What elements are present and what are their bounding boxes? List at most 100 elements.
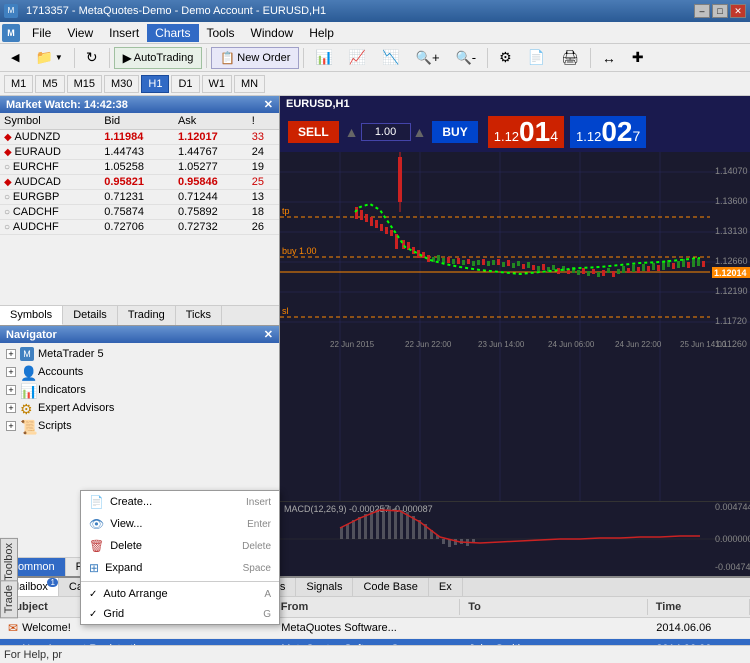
col-spread: ! bbox=[248, 113, 279, 130]
right-panel: EURUSD,H1 SELL ▲ ▲ BUY 1.12 01 4 1.12 bbox=[280, 96, 750, 576]
buy-button[interactable]: BUY bbox=[432, 121, 477, 143]
toolbox-side-label[interactable]: Toolbox bbox=[0, 538, 18, 586]
back-button[interactable]: ◀ bbox=[4, 47, 26, 69]
mw-tab-details[interactable]: Details bbox=[63, 306, 118, 325]
tf-h1[interactable]: H1 bbox=[141, 75, 169, 93]
ctx-create-label: Create... bbox=[110, 496, 152, 508]
nav-icon-scripts: 📜 bbox=[20, 419, 34, 433]
tf-mn[interactable]: MN bbox=[234, 75, 265, 93]
template-button[interactable]: 📄 bbox=[521, 47, 552, 69]
menu-charts[interactable]: Charts bbox=[147, 24, 198, 42]
bottom-tab-signals[interactable]: Signals bbox=[296, 578, 353, 596]
nav-item-scripts[interactable]: + 📜 Scripts bbox=[2, 417, 277, 435]
tf-m30[interactable]: M30 bbox=[104, 75, 139, 93]
nav-expand-mt5[interactable]: + bbox=[6, 349, 16, 359]
sep2 bbox=[109, 48, 110, 68]
sep6 bbox=[590, 48, 591, 68]
nav-label-indicators: Indicators bbox=[38, 384, 86, 396]
tf-m15[interactable]: M15 bbox=[67, 75, 102, 93]
create-icon: 📄 bbox=[89, 495, 104, 509]
close-button[interactable]: ✕ bbox=[730, 4, 746, 18]
mw-tab-symbols[interactable]: Symbols bbox=[0, 306, 63, 325]
market-watch-close[interactable]: ✕ bbox=[264, 98, 273, 111]
nav-expand-indicators[interactable]: + bbox=[6, 385, 16, 395]
app-logo: M bbox=[2, 24, 20, 42]
menu-view[interactable]: View bbox=[59, 24, 101, 42]
bottom-tab-codebase[interactable]: Code Base bbox=[353, 578, 428, 596]
ctx-create[interactable]: 📄 Create... Insert bbox=[81, 491, 279, 513]
mail-icon-welcome: ✉ bbox=[8, 621, 18, 635]
window-title: 1713357 - MetaQuotes-Demo - Demo Account… bbox=[26, 5, 326, 17]
nav-item-accounts[interactable]: + 👤 Accounts bbox=[2, 363, 277, 381]
nav-item-indicators[interactable]: + 📊 Indicators bbox=[2, 381, 277, 399]
nav-expand-ea[interactable]: + bbox=[6, 403, 16, 413]
ctx-grid[interactable]: ✓ Grid G bbox=[81, 604, 279, 624]
ctx-delete[interactable]: 🗑 Delete Delete bbox=[81, 535, 279, 557]
navigator-header: Navigator ✕ bbox=[0, 326, 279, 343]
nav-icon-ea: ⚙ bbox=[20, 401, 34, 415]
toolbox-label-text: Toolbox bbox=[3, 543, 15, 581]
properties-button[interactable]: ⚙ bbox=[492, 47, 519, 69]
sell-price-display: 1.12 01 4 bbox=[488, 116, 564, 148]
nav-item-mt5[interactable]: + M MetaTrader 5 bbox=[2, 345, 277, 363]
crosshair-button[interactable]: ✚ bbox=[625, 47, 651, 69]
svg-text:22 Jun 22:00: 22 Jun 22:00 bbox=[405, 340, 452, 349]
sep5 bbox=[487, 48, 488, 68]
navigator-close[interactable]: ✕ bbox=[264, 328, 273, 341]
autotrading-button[interactable]: ▶ AutoTrading bbox=[114, 47, 203, 69]
mw-row-audcad[interactable]: ◆ AUDCAD 0.95821 0.95846 25 bbox=[0, 175, 279, 190]
print-button[interactable]: 🖨 bbox=[554, 47, 586, 69]
chart-header: EURUSD,H1 bbox=[280, 96, 750, 112]
folder-button[interactable]: 📁▼ bbox=[28, 47, 69, 69]
mail-subject-welcome: Welcome! bbox=[22, 622, 71, 634]
arrow-button[interactable]: ↔ bbox=[595, 47, 623, 69]
mw-tab-ticks[interactable]: Ticks bbox=[176, 306, 222, 325]
chart-btn1[interactable]: 📊 bbox=[308, 47, 339, 69]
tf-d1[interactable]: D1 bbox=[171, 75, 199, 93]
neworder-button[interactable]: 📋 New Order bbox=[211, 47, 299, 69]
ctx-autoarrange[interactable]: ✓ Auto Arrange A bbox=[81, 584, 279, 604]
mw-tabs: Symbols Details Trading Ticks bbox=[0, 305, 279, 325]
mw-row-audchf[interactable]: ○ AUDCHF 0.72706 0.72732 26 bbox=[0, 220, 279, 235]
refresh-button[interactable]: ↻ bbox=[79, 47, 105, 69]
trade-side-label[interactable]: Trade bbox=[0, 580, 18, 618]
col-symbol: Symbol bbox=[0, 113, 100, 130]
mw-row-euraud[interactable]: ◆ EURAUD 1.44743 1.44767 24 bbox=[0, 145, 279, 160]
zoom-out-button[interactable]: 🔍- bbox=[449, 47, 484, 69]
chart-btn3[interactable]: 📉 bbox=[375, 47, 406, 69]
chart-canvas[interactable]: tp buy 1.00 sl 1.14070 1.13600 1.13130 bbox=[280, 152, 750, 501]
menu-window[interactable]: Window bbox=[243, 24, 302, 42]
bottom-tab-ex[interactable]: Ex bbox=[429, 578, 463, 596]
mw-row-cadchf[interactable]: ○ CADCHF 0.75874 0.75892 18 bbox=[0, 205, 279, 220]
tf-w1[interactable]: W1 bbox=[202, 75, 233, 93]
sell-button[interactable]: SELL bbox=[288, 121, 339, 143]
maximize-button[interactable]: □ bbox=[712, 4, 728, 18]
ctx-separator bbox=[81, 581, 279, 582]
nav-item-ea[interactable]: + ⚙ Expert Advisors bbox=[2, 399, 277, 417]
menu-file[interactable]: File bbox=[24, 24, 59, 42]
nav-expand-scripts[interactable]: + bbox=[6, 421, 16, 431]
menu-help[interactable]: Help bbox=[301, 24, 342, 42]
ctx-expand[interactable]: ⊞ Expand Space bbox=[81, 557, 279, 579]
svg-text:tp: tp bbox=[282, 206, 290, 216]
svg-text:23 Jun 14:00: 23 Jun 14:00 bbox=[478, 340, 525, 349]
price-input[interactable] bbox=[361, 123, 411, 141]
mw-tab-trading[interactable]: Trading bbox=[118, 306, 176, 325]
ctx-view[interactable]: 👁 View... Enter bbox=[81, 513, 279, 535]
chart-btn2[interactable]: 📈 bbox=[342, 47, 373, 69]
mw-row-eurchf[interactable]: ○ EURCHF 1.05258 1.05277 19 bbox=[0, 160, 279, 175]
market-watch-table[interactable]: Symbol Bid Ask ! ◆ AUDNZD 1.11984 1.1201… bbox=[0, 113, 279, 305]
mw-row-audnzd[interactable]: ◆ AUDNZD 1.11984 1.12017 33 bbox=[0, 130, 279, 145]
col-from: From bbox=[273, 599, 461, 615]
mw-row-eurgbp[interactable]: ○ EURGBP 0.71231 0.71244 13 bbox=[0, 190, 279, 205]
tf-m1[interactable]: M1 bbox=[4, 75, 33, 93]
tf-m5[interactable]: M5 bbox=[35, 75, 64, 93]
menu-insert[interactable]: Insert bbox=[101, 24, 147, 42]
nav-expand-accounts[interactable]: + bbox=[6, 367, 16, 377]
minimize-button[interactable]: – bbox=[694, 4, 710, 18]
grid-check: ✓ bbox=[89, 609, 97, 620]
ctx-expand-label: Expand bbox=[105, 562, 142, 574]
svg-text:24 Jun 06:00: 24 Jun 06:00 bbox=[548, 340, 595, 349]
zoom-in-button[interactable]: 🔍+ bbox=[409, 47, 447, 69]
menu-tools[interactable]: Tools bbox=[199, 24, 243, 42]
